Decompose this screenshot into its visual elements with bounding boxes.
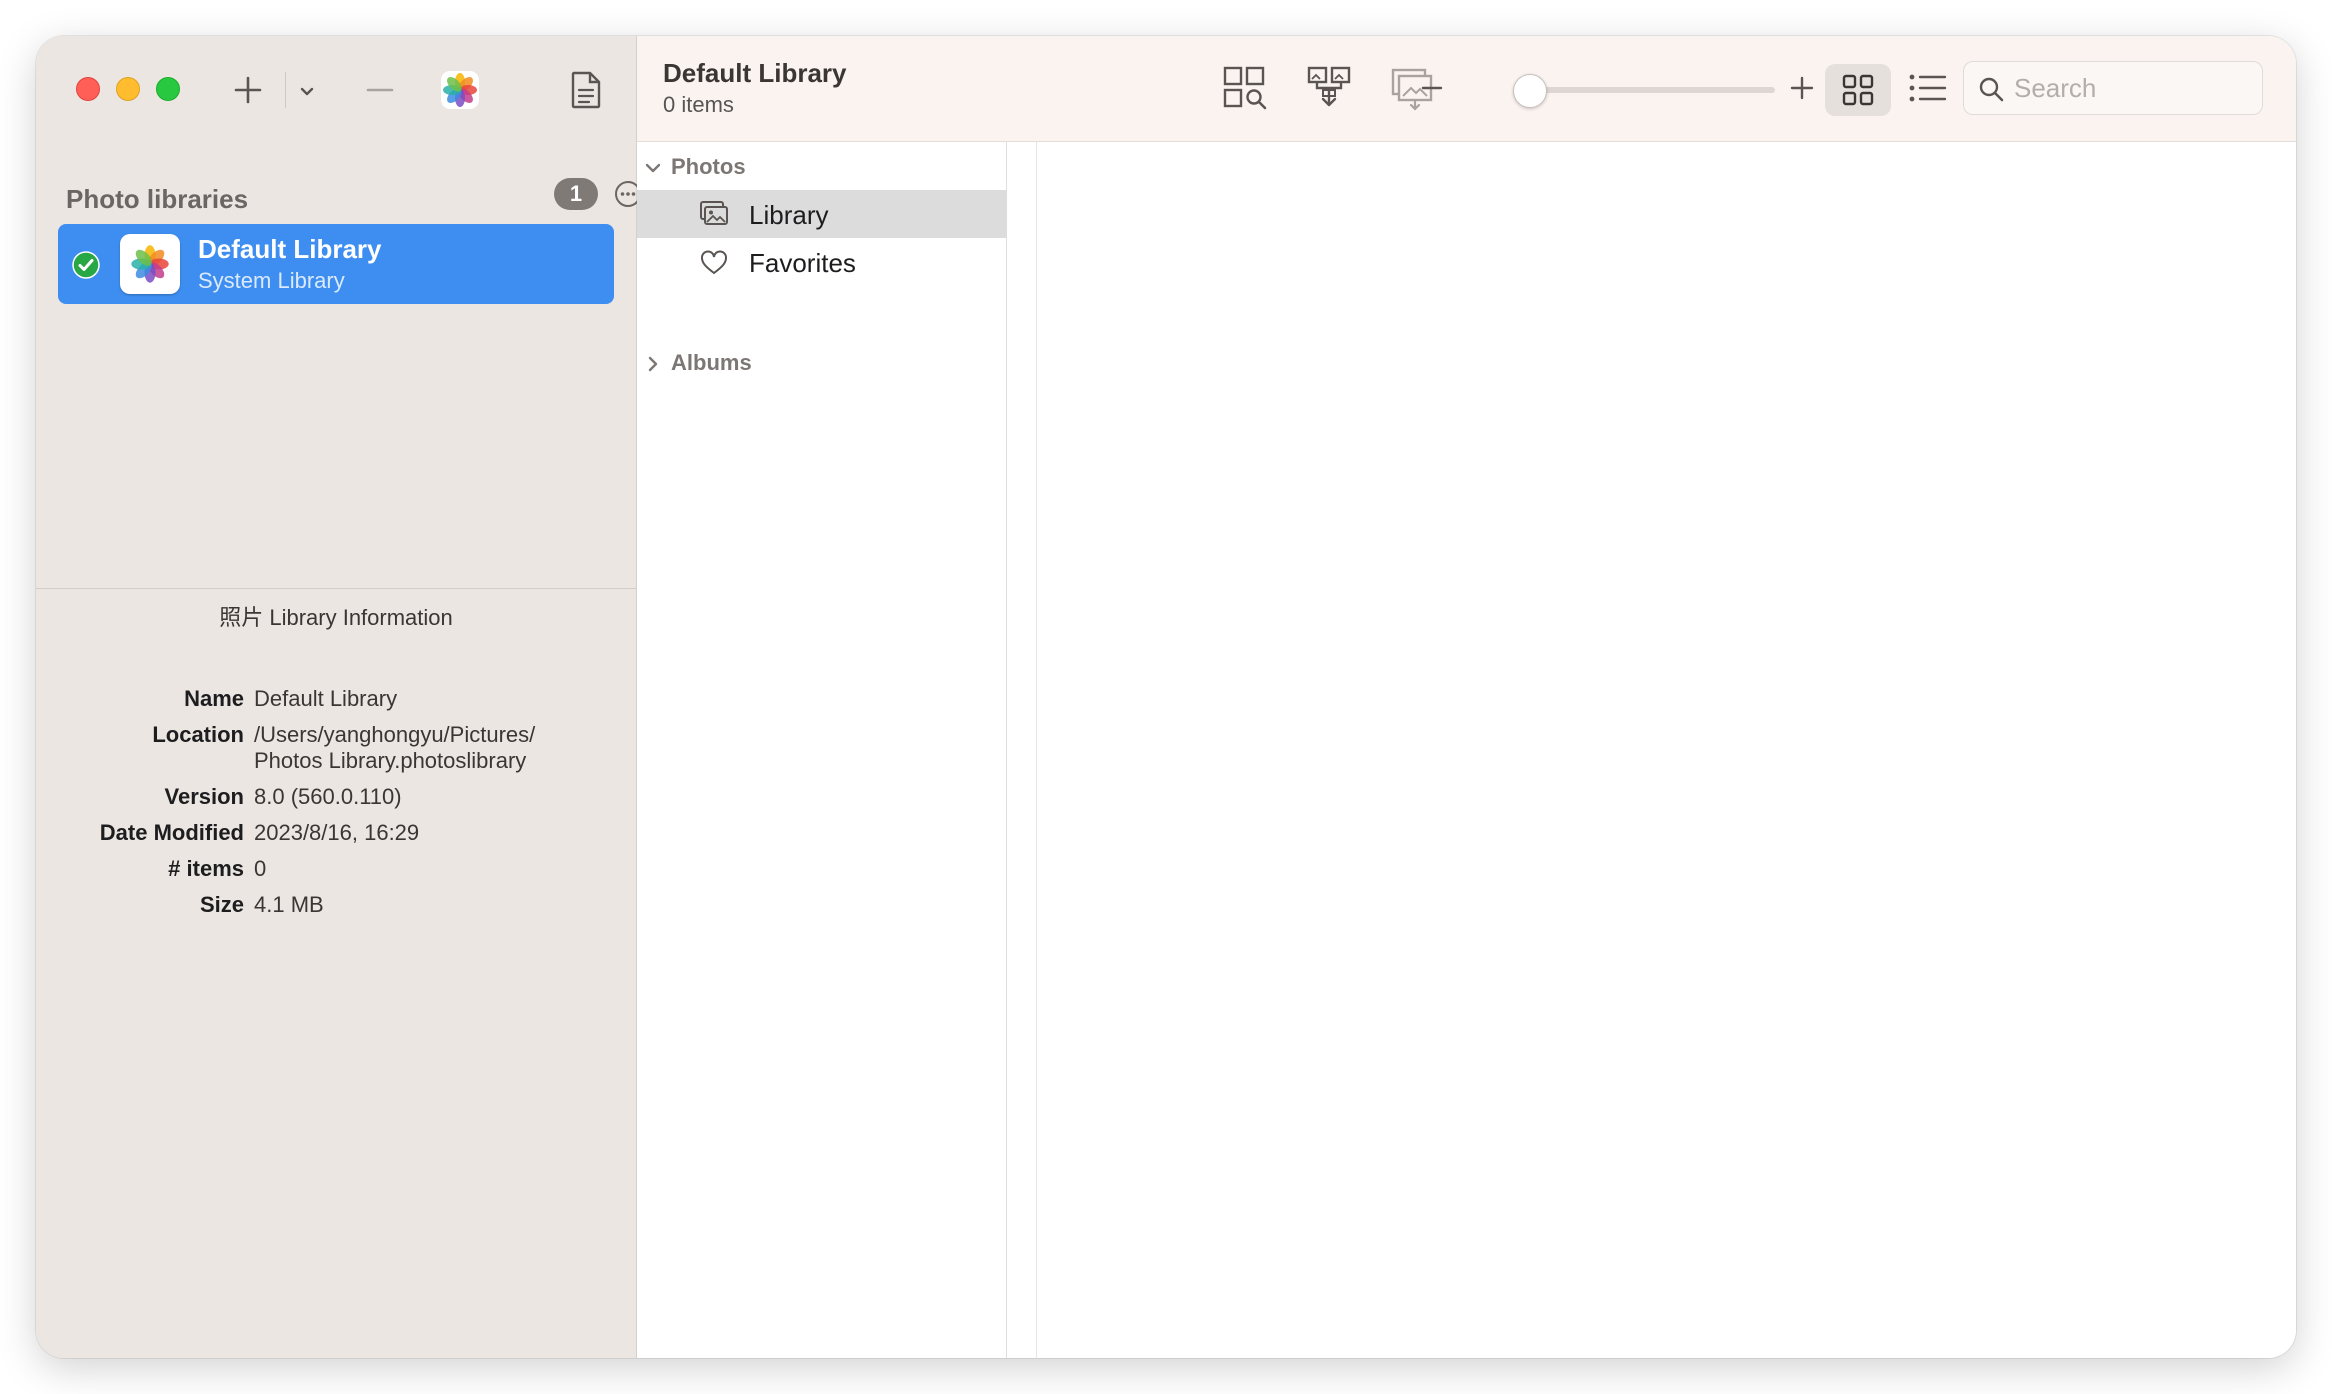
check-circle-icon [72,251,100,279]
export-photos-icon [1307,66,1351,107]
close-window-button[interactable] [76,77,100,101]
info-key: Name [184,686,244,711]
info-value: 0 [254,856,267,881]
photos-app-icon [441,71,479,109]
heart-icon [701,250,727,275]
library-count-badge: 1 [554,178,598,210]
zoom-window-button[interactable] [156,77,180,101]
nav-item-library[interactable]: Library [637,190,1007,238]
app-window: Photo libraries 1 Default Library System… [36,36,2296,1358]
info-divider [36,588,636,589]
source-list: Photos Library Favorites Albums [637,142,1007,1358]
item-count: 0 items [663,92,734,117]
window-title: Default Library [663,58,847,88]
library-row-default[interactable]: Default Library System Library [58,224,614,304]
info-value: 4.1 MB [254,892,324,917]
info-value: /Users/yanghongyu/Pictures/ Photos Libra… [254,722,536,773]
document-icon [571,71,601,109]
grid-view-button[interactable] [1825,64,1891,116]
browse-grid-button[interactable] [1219,64,1271,112]
zoom-slider-knob[interactable] [1513,74,1547,108]
sidebar-toolbar [36,36,636,142]
toolbar-separator [285,72,286,108]
photo-libraries-header: Photo libraries 1 [66,178,641,222]
info-key: Date Modified [99,820,244,845]
chevron-down-icon [645,163,661,173]
info-document-button[interactable] [562,66,610,114]
minus-icon [366,88,394,92]
search-field[interactable] [1963,61,2263,115]
library-subtitle: System Library [198,268,345,293]
split-view-divider[interactable] [1007,142,1037,1358]
info-value: Default Library [254,686,398,711]
info-key: Size [199,892,244,917]
grid-icon [1842,74,1874,106]
add-library-button[interactable] [228,70,268,110]
library-info-title: 照片 Library Information [219,605,453,630]
section-title: Photo libraries [66,184,249,214]
add-menu-button[interactable] [292,76,322,106]
sidebar: Photo libraries 1 Default Library System… [36,36,641,1358]
info-key: # items [168,856,244,881]
photos-group-header[interactable]: Photos [637,148,1006,188]
photo-library-icon [700,201,728,225]
info-key: Version [164,784,244,809]
nav-item-label: Library [749,200,829,230]
open-photos-button[interactable] [436,66,484,114]
info-key: Location [152,722,244,747]
chevron-down-icon [300,87,314,96]
main-toolbar: Default Library 0 items [637,36,2296,142]
list-view-button[interactable] [1903,64,1953,112]
nav-item-favorites[interactable]: Favorites [637,238,1007,286]
info-value: 2023/8/16, 16:29 [254,820,420,845]
search-input[interactable] [2014,68,2254,108]
plus-icon [1790,76,1814,100]
grid-search-icon [1223,66,1267,110]
albums-group-header[interactable]: Albums [637,344,1006,384]
search-icon [1979,77,2004,102]
library-name: Default Library [198,234,382,264]
zoom-in-button[interactable] [1787,64,1817,112]
zoom-out-button[interactable] [1417,64,1447,112]
minus-icon [1421,86,1443,90]
minimize-window-button[interactable] [116,77,140,101]
list-icon [1909,74,1947,102]
nav-item-label: Favorites [749,248,856,278]
plus-icon [234,76,262,104]
photos-group-label: Photos [671,154,746,179]
info-value: 8.0 (560.0.110) [254,784,402,809]
photo-grid-area[interactable] [1037,142,2296,1358]
zoom-slider-track[interactable] [1525,87,1775,93]
remove-library-button[interactable] [360,70,400,110]
photos-library-icon [120,234,180,294]
export-button[interactable] [1303,64,1355,112]
chevron-right-icon [648,356,658,372]
albums-group-label: Albums [671,350,752,375]
